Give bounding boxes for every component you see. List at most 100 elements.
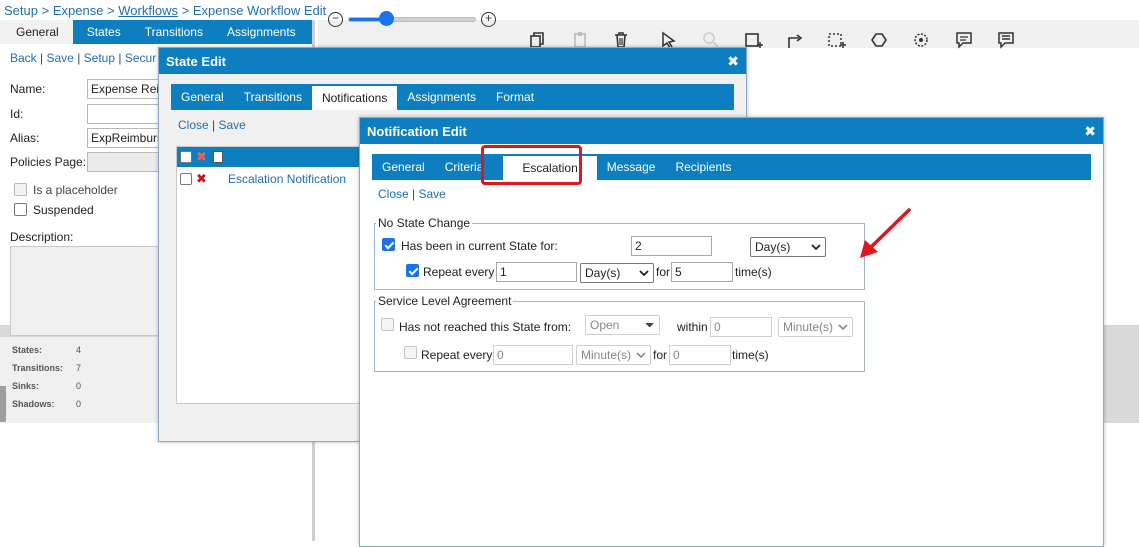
notification-edit-links: Close | Save bbox=[378, 187, 446, 201]
for-count-input[interactable]: 5 bbox=[671, 262, 733, 282]
chevron-down-icon bbox=[645, 320, 655, 330]
save-link[interactable]: Save bbox=[219, 118, 246, 132]
has-been-value-input[interactable]: 2 bbox=[631, 236, 712, 256]
notification-edit-title: Notification Edit bbox=[367, 124, 467, 139]
name-input[interactable]: Expense Rei bbox=[87, 79, 162, 99]
policies-page-label: Policies Page: bbox=[10, 155, 87, 169]
has-been-unit-select[interactable]: Day(s) bbox=[750, 237, 826, 257]
id-label: Id: bbox=[10, 107, 24, 121]
stat-shadows: Shadows: 0 bbox=[12, 399, 82, 409]
chevron-down-icon bbox=[636, 350, 646, 360]
placeholder-label: Is a placeholder bbox=[33, 183, 118, 197]
stat-transitions: Transitions: 7 bbox=[12, 363, 82, 373]
from-state-select[interactable]: Open bbox=[585, 315, 660, 335]
comment-icon[interactable] bbox=[955, 31, 973, 49]
stat-sinks: Sinks: 0 bbox=[12, 381, 82, 391]
chevron-down-icon bbox=[838, 322, 848, 332]
panel-resize-handle[interactable] bbox=[0, 386, 6, 422]
not-reached-state-checkbox[interactable] bbox=[381, 318, 394, 331]
close-icon[interactable]: ✖ bbox=[1084, 123, 1096, 140]
add-transition-icon[interactable] bbox=[786, 31, 804, 49]
tab-state-assignments[interactable]: Assignments bbox=[397, 84, 486, 110]
document-icon bbox=[213, 151, 223, 163]
placeholder-checkbox[interactable] bbox=[14, 183, 27, 196]
sla-times-label: time(s) bbox=[732, 348, 769, 362]
alias-label: Alias: bbox=[10, 131, 40, 145]
back-link[interactable]: Back bbox=[10, 51, 37, 65]
zoom-slider[interactable] bbox=[348, 17, 476, 22]
not-reached-state-label: Has not reached this State from: bbox=[399, 320, 572, 334]
name-label: Name: bbox=[10, 82, 46, 96]
sla-repeat-every-checkbox[interactable] bbox=[404, 346, 417, 359]
sla-repeat-every-label: Repeat every bbox=[421, 348, 493, 362]
suspended-checkbox[interactable] bbox=[14, 203, 27, 216]
select-all-checkbox[interactable] bbox=[180, 151, 192, 163]
policies-page-input[interactable] bbox=[87, 152, 162, 172]
add-shape-icon[interactable] bbox=[870, 31, 888, 49]
breadcrumb-setup[interactable]: Setup bbox=[4, 3, 38, 18]
description-textarea[interactable] bbox=[10, 246, 162, 336]
has-been-in-state-label: Has been in current State for: bbox=[401, 239, 558, 253]
tab-state-transitions[interactable]: Transitions bbox=[234, 84, 312, 110]
breadcrumb-current: Expense Workflow Edit bbox=[192, 3, 327, 18]
sla-repeat-value-input[interactable]: 0 bbox=[493, 345, 573, 365]
close-link[interactable]: Close bbox=[178, 118, 209, 132]
row-checkbox[interactable] bbox=[180, 173, 192, 185]
breadcrumb: Setup > Expense > Workflows > Expense Wo… bbox=[4, 3, 326, 18]
link-separator: | bbox=[412, 187, 416, 201]
tab-transitions[interactable]: Transitions bbox=[131, 20, 213, 44]
sla-repeat-unit-select[interactable]: Minute(s) bbox=[576, 345, 651, 365]
setup-link[interactable]: Setup bbox=[84, 51, 115, 65]
notification-edit-header[interactable]: Notification Edit ✖ bbox=[360, 118, 1103, 144]
tab-notif-message[interactable]: Message bbox=[597, 154, 666, 180]
marquee-select-icon[interactable] bbox=[828, 31, 846, 49]
no-state-change-legend: No State Change bbox=[378, 216, 471, 230]
breadcrumb-expense[interactable]: Expense bbox=[53, 3, 104, 18]
chevron-down-icon bbox=[811, 242, 821, 252]
tab-notif-general[interactable]: General bbox=[372, 154, 435, 180]
delete-row-icon[interactable]: ✖ bbox=[196, 172, 207, 185]
comment-filled-icon[interactable] bbox=[997, 31, 1015, 49]
zoom-slider-thumb[interactable] bbox=[379, 11, 394, 26]
save-link[interactable]: Save bbox=[419, 187, 446, 201]
tab-state-general[interactable]: General bbox=[171, 84, 234, 110]
link-separator: | bbox=[77, 51, 81, 65]
sla-legend: Service Level Agreement bbox=[378, 294, 512, 308]
breadcrumb-workflows[interactable]: Workflows bbox=[118, 3, 178, 18]
add-state-icon[interactable] bbox=[745, 31, 763, 49]
escalation-notification-link[interactable]: Escalation Notification bbox=[228, 172, 346, 186]
chevron-down-icon bbox=[639, 268, 649, 278]
state-edit-title: State Edit bbox=[166, 54, 226, 69]
tab-states[interactable]: States bbox=[73, 20, 131, 44]
zoom-out-icon[interactable]: − bbox=[328, 12, 343, 27]
zoom-in-icon[interactable]: + bbox=[481, 12, 496, 27]
state-edit-header[interactable]: State Edit ✖ bbox=[159, 48, 746, 74]
sla-for-count-input[interactable]: 0 bbox=[669, 345, 731, 365]
has-been-in-state-checkbox[interactable] bbox=[382, 238, 395, 251]
close-icon[interactable]: ✖ bbox=[727, 53, 739, 70]
close-link[interactable]: Close bbox=[378, 187, 409, 201]
tab-state-notifications[interactable]: Notifications bbox=[311, 86, 398, 110]
within-value-input[interactable]: 0 bbox=[710, 317, 772, 337]
link-separator: | bbox=[40, 51, 44, 65]
tab-general[interactable]: General bbox=[0, 20, 73, 44]
breadcrumb-separator: > bbox=[107, 3, 115, 18]
security-link[interactable]: Secur bbox=[125, 51, 156, 65]
workflow-stats: States: 4 Transitions: 7 Sinks: 0 Shadows: 0 bbox=[0, 337, 160, 423]
description-label: Description: bbox=[10, 230, 74, 244]
tab-notif-recipients[interactable]: Recipients bbox=[665, 154, 741, 180]
repeat-every-checkbox[interactable] bbox=[406, 264, 419, 277]
breadcrumb-separator: > bbox=[41, 3, 50, 18]
delete-all-icon[interactable]: ✖ bbox=[196, 150, 207, 163]
tab-assignments[interactable]: Assignments bbox=[213, 20, 306, 44]
id-input[interactable] bbox=[87, 104, 162, 124]
save-link[interactable]: Save bbox=[47, 51, 74, 65]
repeat-every-value-input[interactable]: 1 bbox=[496, 262, 577, 282]
grid-header: ✖ bbox=[177, 147, 365, 167]
times-label: time(s) bbox=[735, 265, 772, 279]
within-unit-select[interactable]: Minute(s) bbox=[778, 317, 853, 337]
tab-state-format[interactable]: Format bbox=[486, 84, 544, 110]
alias-input[interactable]: ExpReimburs bbox=[87, 128, 162, 148]
add-polygon-icon[interactable] bbox=[912, 31, 930, 49]
repeat-every-unit-select[interactable]: Day(s) bbox=[580, 263, 654, 283]
